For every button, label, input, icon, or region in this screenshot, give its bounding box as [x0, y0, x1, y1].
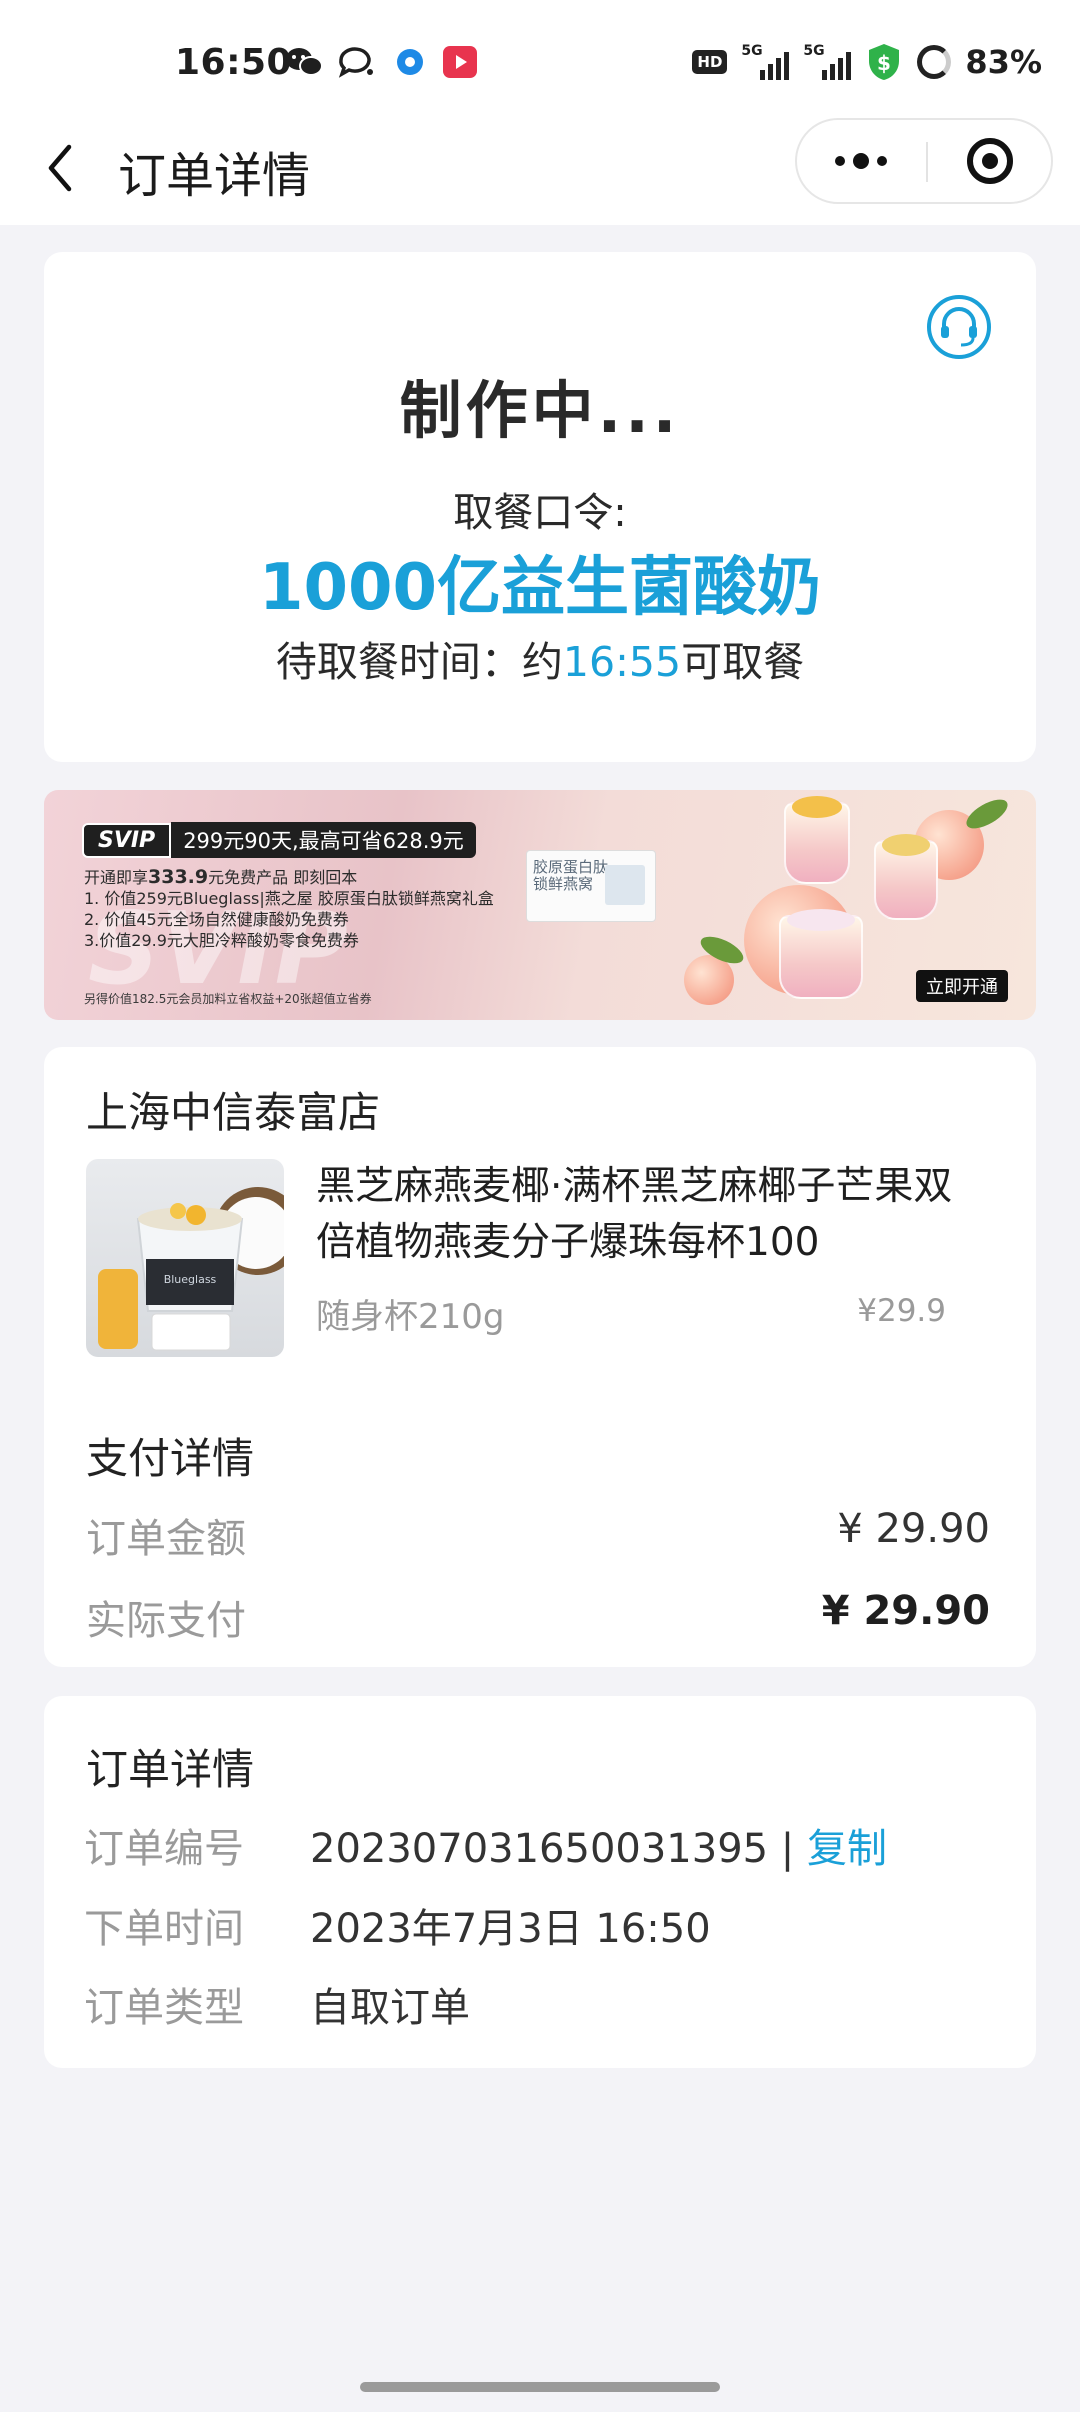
product-price: ¥29.9	[857, 1293, 946, 1329]
benefit-headline-b: 元免费产品 即刻回本	[208, 868, 358, 887]
benefit-headline: 开通即享333.9元免费产品 即刻回本	[84, 867, 494, 888]
order-number-label: 订单编号	[84, 1826, 244, 1872]
product-name: 黑芝麻燕麦椰·满杯黑芝麻椰子芒果双倍植物燕麦分子爆珠每杯100	[316, 1164, 953, 1265]
target-circle-icon	[967, 138, 1013, 184]
battery-percent: 83%	[965, 43, 1042, 81]
svg-text:$: $	[877, 51, 891, 75]
product-card: 上海中信泰富店 Blueglass 黑芝麻燕麦椰·满杯黑芝麻椰子芒果双倍植物燕麦…	[44, 1047, 1036, 1667]
signal-icon-2: 5G	[803, 44, 852, 80]
status-time: 16:50	[175, 42, 293, 83]
blue-circle-app-icon	[390, 44, 430, 80]
svip-offer: 299元90天,最高可省628.9元	[171, 822, 476, 858]
back-button[interactable]	[40, 138, 80, 198]
pickup-time-prefix: 待取餐时间：约	[275, 638, 563, 686]
yogurt-cup-image	[784, 796, 850, 884]
product-thumbnail: Blueglass	[86, 1159, 284, 1357]
close-miniprogram-button[interactable]	[927, 120, 1053, 202]
benefit-headline-a: 开通即享	[84, 868, 149, 887]
gift-box-shape	[605, 865, 645, 905]
shield-icon: $	[869, 44, 900, 80]
order-time-label: 下单时间	[84, 1906, 244, 1952]
nav-bar: 订单详情	[0, 110, 1080, 225]
actual-paid-value: ¥ 29.90	[821, 1588, 990, 1634]
chat-bubble-icon	[336, 44, 376, 80]
order-number-value: 202307031650031395	[310, 1826, 769, 1872]
thumbnail-brand-text: Blueglass	[164, 1273, 217, 1286]
benefit-amount: 333.9	[148, 866, 209, 888]
svip-tag: SVIP 299元90天,最高可省628.9元	[82, 822, 476, 858]
pickup-time: 待取餐时间：约16:55可取餐	[44, 628, 1036, 688]
home-indicator[interactable]	[360, 2382, 720, 2392]
open-svip-button[interactable]: 立即开通	[916, 970, 1008, 1002]
order-details-card: 订单详情 订单编号 202307031650031395 | 复制 下单时间 2…	[44, 1696, 1036, 2068]
wechat-icon	[284, 44, 324, 80]
battery-ring-icon	[917, 45, 952, 79]
copy-order-number-button[interactable]: 复制	[807, 1826, 887, 1872]
order-status-title: 制作中...	[399, 374, 681, 447]
banner-benefits: 开通即享333.9元免费产品 即刻回本 1. 价值259元Blueglass|燕…	[84, 867, 494, 951]
svip-badge: SVIP	[82, 822, 172, 858]
product-spec: 随身杯210g	[316, 1297, 505, 1337]
order-number-row: 202307031650031395 | 复制	[310, 1816, 887, 1874]
status-right-group: HD 5G 5G $ 83%	[692, 40, 1042, 84]
benefit-line-1: 1. 价值259元Blueglass|燕之屋 胶原蛋白肽锁鲜燕窝礼盒	[84, 889, 494, 908]
page-title: 订单详情	[118, 148, 311, 204]
payment-details-title: 支付详情	[86, 1434, 255, 1483]
order-amount-label: 订单金额	[86, 1516, 246, 1562]
svip-banner[interactable]: SVIP SVIP 299元90天,最高可省628.9元 开通即享333.9元免…	[44, 790, 1036, 1020]
more-button[interactable]	[797, 120, 925, 202]
gift-box-text: 胶原蛋白肽 锁鲜燕窝	[533, 858, 609, 893]
yogurt-cup-image-3	[779, 909, 863, 999]
order-amount-value: ¥ 29.90	[837, 1506, 990, 1552]
chevron-left-icon	[48, 144, 72, 192]
pickup-time-suffix: 可取餐	[681, 638, 805, 686]
banner-footnote: 另得价值182.5元会员加料立省权益+20张超值立省券	[84, 992, 372, 1006]
actual-paid-label: 实际支付	[86, 1598, 246, 1644]
benefit-line-3: 3.价值29.9元大胆冷粹酸奶零食免费券	[84, 931, 359, 950]
order-type-label: 订单类型	[84, 1985, 244, 2031]
order-status-card: 制作中... 取餐口令: 1000亿益生菌酸奶 待取餐时间：约16:55可取餐	[44, 252, 1036, 762]
pickup-code-label: 取餐口令:	[453, 490, 627, 536]
hd-badge: HD	[692, 50, 728, 74]
store-name: 上海中信泰富店	[86, 1088, 381, 1137]
play-app-icon	[440, 44, 480, 80]
order-time-value: 2023年7月3日 16:50	[310, 1906, 711, 1952]
order-number-separator: |	[768, 1826, 807, 1872]
leaf-decoration	[962, 793, 1012, 835]
yogurt-cup-image-2	[874, 834, 938, 920]
pickup-time-value: 16:55	[562, 638, 682, 686]
signal-icon: 5G	[741, 44, 790, 80]
gift-box-image: 胶原蛋白肽 锁鲜燕窝	[526, 850, 656, 922]
status-bar: 16:50 HD 5G 5G $ 83%	[0, 0, 1080, 125]
pickup-code: 1000亿益生菌酸奶	[258, 551, 822, 625]
benefit-line-2: 2. 价值45元全场自然健康酸奶免费券	[84, 910, 349, 929]
headset-icon[interactable]	[926, 294, 992, 360]
miniprogram-capsule	[795, 118, 1053, 204]
order-type-value: 自取订单	[310, 1985, 470, 2031]
order-details-title: 订单详情	[86, 1745, 255, 1794]
